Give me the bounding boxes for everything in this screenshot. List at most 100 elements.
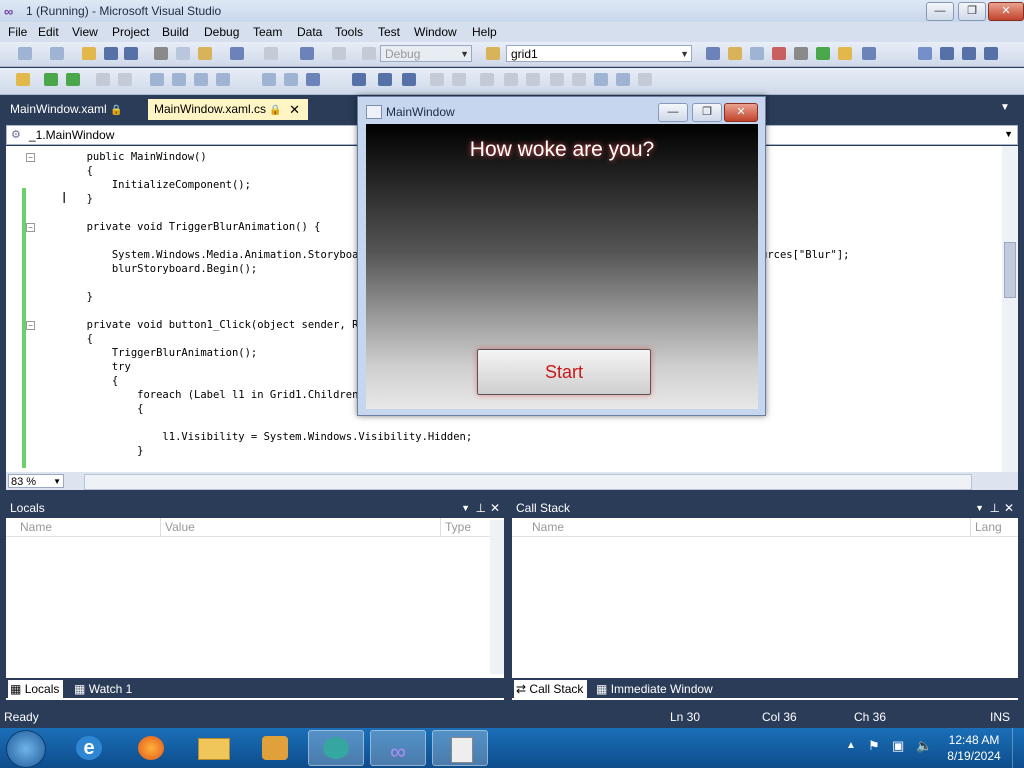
start-button[interactable]: Start <box>477 349 651 395</box>
calculator-taskbar-icon[interactable] <box>432 730 488 766</box>
menu-tools[interactable]: Tools <box>335 25 363 39</box>
continue-icon[interactable] <box>918 47 932 60</box>
comment-icon[interactable] <box>150 73 164 86</box>
editor-vertical-scrollbar[interactable] <box>1002 146 1018 472</box>
locals-scrollbar[interactable] <box>490 520 504 674</box>
media-player-icon[interactable] <box>248 730 304 766</box>
menu-test[interactable]: Test <box>378 25 400 39</box>
minimize-button[interactable]: — <box>926 2 954 21</box>
close-tab-icon[interactable]: ✕ <box>289 99 300 120</box>
find-icon[interactable] <box>706 47 720 60</box>
save-icon[interactable] <box>104 47 118 60</box>
spacing-icon[interactable] <box>430 73 444 86</box>
app-maximize-button[interactable]: ❐ <box>692 103 722 122</box>
start-debugging-icon[interactable] <box>362 47 376 60</box>
tab-mainwindow-xaml-cs[interactable]: MainWindow.xaml.cs 🔒 ✕ <box>148 99 308 120</box>
stop-debugging-icon[interactable] <box>962 47 976 60</box>
network-icon[interactable]: ▣ <box>892 738 904 754</box>
paste-icon[interactable] <box>198 47 212 60</box>
menu-edit[interactable]: Edit <box>38 25 59 39</box>
pin-icon[interactable]: ⊥ <box>990 498 1000 518</box>
step-out-icon[interactable] <box>118 73 132 86</box>
close-button[interactable]: ✕ <box>988 2 1024 21</box>
menu-file[interactable]: File <box>8 25 27 39</box>
collapse-region-icon[interactable]: − <box>26 321 35 330</box>
arrow-right-icon[interactable] <box>572 73 586 86</box>
menu-data[interactable]: Data <box>297 25 322 39</box>
window-position-icon[interactable]: ▼ <box>461 498 470 518</box>
step-into-icon[interactable] <box>66 73 80 86</box>
firefox-icon[interactable] <box>124 730 180 766</box>
comment-bubble-2-icon[interactable] <box>526 73 540 86</box>
navigate-backward-icon[interactable] <box>300 47 314 60</box>
volume-muted-icon[interactable]: 🔈 <box>916 738 932 754</box>
show-next-statement-icon[interactable] <box>44 73 58 86</box>
layout-icon[interactable] <box>480 73 494 86</box>
app-close-button[interactable]: ✕ <box>724 103 758 122</box>
menu-debug[interactable]: Debug <box>204 25 239 39</box>
uncomment-icon[interactable] <box>172 73 186 86</box>
menu-team[interactable]: Team <box>253 25 282 39</box>
add-item-icon[interactable] <box>50 47 64 60</box>
restart-icon[interactable] <box>984 47 998 60</box>
new-project-icon[interactable] <box>18 47 32 60</box>
toolbox-icon[interactable] <box>794 47 808 60</box>
forward-icon[interactable] <box>616 73 630 86</box>
cut-icon[interactable] <box>154 47 168 60</box>
collapse-region-icon[interactable]: − <box>26 223 35 232</box>
align-right-icon[interactable] <box>402 73 416 86</box>
tab-immediate-window[interactable]: ▦ Immediate Window <box>594 680 717 698</box>
save-all-icon[interactable] <box>124 47 138 60</box>
visual-studio-taskbar-icon[interactable]: ∞ <box>370 730 426 766</box>
start-page-icon[interactable] <box>816 47 830 60</box>
horizontal-scrollbar[interactable] <box>84 474 972 490</box>
internet-explorer-icon[interactable]: e <box>62 730 118 766</box>
align-left-icon[interactable] <box>352 73 366 86</box>
close-icon[interactable]: ✕ <box>1004 498 1014 518</box>
undo-icon[interactable] <box>230 47 244 60</box>
clock[interactable]: 12:48 AM 8/19/2024 <box>944 732 1004 764</box>
collapse-region-icon[interactable]: − <box>26 153 35 162</box>
outdent-icon[interactable] <box>262 73 276 86</box>
break-all-icon[interactable] <box>940 47 954 60</box>
find-combo[interactable]: grid1 ▼ <box>506 45 692 62</box>
pin-icon[interactable]: ⊥ <box>476 498 486 518</box>
tab-locals[interactable]: ▦ Locals <box>8 680 64 698</box>
show-hidden-icons[interactable]: ▲ <box>846 740 856 751</box>
tab-watch-1[interactable]: ▦ Watch 1 <box>72 680 136 698</box>
extension-manager-icon[interactable] <box>838 47 852 60</box>
bookmark-icon[interactable] <box>194 73 208 86</box>
solution-explorer-icon[interactable] <box>728 47 742 60</box>
other-windows-icon[interactable] <box>862 47 876 60</box>
navigate-forward-icon[interactable] <box>332 47 346 60</box>
solution-icon[interactable] <box>16 73 30 86</box>
find-in-files-icon[interactable] <box>486 47 500 60</box>
options-icon[interactable] <box>638 73 652 86</box>
next-bookmark-icon[interactable] <box>216 73 230 86</box>
menu-window[interactable]: Window <box>414 25 457 39</box>
comment-bubble-icon[interactable] <box>504 73 518 86</box>
start-orb-icon[interactable] <box>6 730 46 768</box>
menu-project[interactable]: Project <box>112 25 149 39</box>
zoom-combo[interactable]: 83 % ▼ <box>8 474 64 488</box>
align-center-icon[interactable] <box>378 73 392 86</box>
menu-view[interactable]: View <box>72 25 98 39</box>
arrow-left-icon[interactable] <box>550 73 564 86</box>
format-icon[interactable] <box>452 73 466 86</box>
step-over-icon[interactable] <box>96 73 110 86</box>
back-icon[interactable] <box>594 73 608 86</box>
show-desktop-button[interactable] <box>1012 728 1024 768</box>
running-app-taskbar-icon[interactable] <box>308 730 364 766</box>
app-minimize-button[interactable]: — <box>658 103 688 122</box>
solution-configuration-combo[interactable]: Debug ▼ <box>380 45 472 62</box>
tab-call-stack[interactable]: ⇄ Call Stack <box>514 680 588 698</box>
active-files-dropdown-icon[interactable]: ▼ <box>1000 102 1010 113</box>
maximize-button[interactable]: ❐ <box>958 2 986 21</box>
object-browser-icon[interactable] <box>772 47 786 60</box>
scroll-thumb[interactable] <box>1004 242 1016 298</box>
redo-icon[interactable] <box>264 47 278 60</box>
action-center-flag-icon[interactable]: ⚑ <box>868 738 880 754</box>
cursor-icon[interactable] <box>306 73 320 86</box>
tab-mainwindow-xaml[interactable]: MainWindow.xaml 🔒 <box>4 99 129 120</box>
properties-icon[interactable] <box>750 47 764 60</box>
